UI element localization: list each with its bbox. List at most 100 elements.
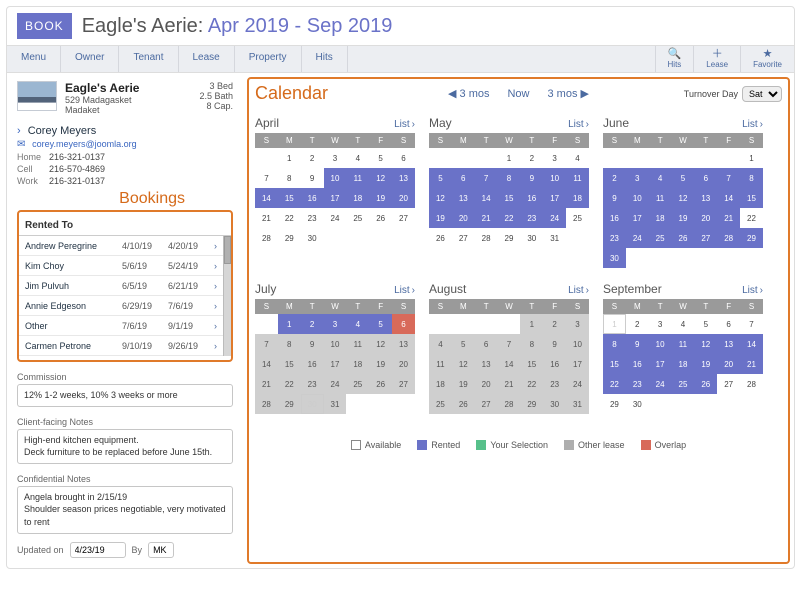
day-cell[interactable]: 10 xyxy=(543,168,566,188)
day-cell[interactable]: 26 xyxy=(369,374,392,394)
day-cell[interactable]: 20 xyxy=(475,374,498,394)
day-cell[interactable]: 16 xyxy=(301,354,324,374)
day-cell[interactable]: 31 xyxy=(543,228,566,248)
toolbar-favorite[interactable]: ★Favorite xyxy=(740,46,794,72)
day-cell[interactable]: 30 xyxy=(301,228,324,248)
day-cell[interactable]: 13 xyxy=(475,354,498,374)
day-cell[interactable]: 17 xyxy=(324,188,347,208)
now-button[interactable]: Now xyxy=(507,88,529,100)
day-cell[interactable]: 30 xyxy=(626,394,649,414)
day-cell[interactable]: 19 xyxy=(369,188,392,208)
month-list-link[interactable]: List › xyxy=(742,119,763,130)
day-cell[interactable]: 6 xyxy=(392,314,415,334)
tab-owner[interactable]: Owner xyxy=(61,46,119,72)
day-cell[interactable]: 14 xyxy=(498,354,521,374)
day-cell[interactable]: 11 xyxy=(429,354,452,374)
day-cell[interactable]: 19 xyxy=(452,374,475,394)
day-cell[interactable]: 12 xyxy=(369,168,392,188)
tab-hits[interactable]: Hits xyxy=(302,46,348,72)
day-cell[interactable]: 30 xyxy=(543,394,566,414)
day-cell[interactable]: 9 xyxy=(301,168,324,188)
month-list-link[interactable]: List › xyxy=(394,285,415,296)
contact-name-row[interactable]: › Corey Meyers xyxy=(17,125,233,137)
day-cell[interactable]: 12 xyxy=(369,334,392,354)
day-cell[interactable]: 6 xyxy=(475,334,498,354)
next-3mos-button[interactable]: 3 mos ▶ xyxy=(548,87,590,100)
day-cell[interactable]: 29 xyxy=(740,228,763,248)
day-cell[interactable]: 10 xyxy=(626,188,649,208)
contact-email-row[interactable]: ✉ corey.meyers@joomla.org xyxy=(17,139,233,150)
day-cell[interactable]: 4 xyxy=(346,148,369,168)
day-cell[interactable]: 29 xyxy=(520,394,543,414)
day-cell[interactable]: 13 xyxy=(717,334,740,354)
day-cell[interactable]: 24 xyxy=(324,208,347,228)
day-cell[interactable]: 9 xyxy=(520,168,543,188)
tab-lease[interactable]: Lease xyxy=(179,46,235,72)
day-cell[interactable]: 2 xyxy=(603,168,626,188)
day-cell[interactable]: 18 xyxy=(672,354,695,374)
day-cell[interactable]: 5 xyxy=(369,314,392,334)
conf-notes-field[interactable]: Angela brought in 2/15/19Shoulder season… xyxy=(17,486,233,534)
day-cell[interactable]: 11 xyxy=(346,334,369,354)
day-cell[interactable]: 3 xyxy=(324,314,347,334)
day-cell[interactable]: 24 xyxy=(324,374,347,394)
bookings-scrollbar[interactable] xyxy=(223,236,231,356)
day-cell[interactable]: 22 xyxy=(278,374,301,394)
day-cell[interactable]: 9 xyxy=(301,334,324,354)
day-cell[interactable]: 7 xyxy=(255,334,278,354)
day-cell[interactable]: 17 xyxy=(649,354,672,374)
day-cell[interactable]: 22 xyxy=(278,208,301,228)
prev-3mos-button[interactable]: ◀ 3 mos xyxy=(448,87,490,100)
day-cell[interactable]: 10 xyxy=(324,168,347,188)
day-cell[interactable]: 4 xyxy=(672,314,695,334)
day-cell[interactable]: 23 xyxy=(543,374,566,394)
day-cell[interactable]: 1 xyxy=(498,148,521,168)
day-cell[interactable]: 5 xyxy=(452,334,475,354)
updated-by-field[interactable] xyxy=(148,542,174,558)
client-notes-field[interactable]: High-end kitchen equipment.Deck furnitur… xyxy=(17,429,233,464)
day-cell[interactable]: 28 xyxy=(717,228,740,248)
day-cell[interactable]: 25 xyxy=(429,394,452,414)
day-cell[interactable]: 23 xyxy=(520,208,543,228)
day-cell[interactable]: 6 xyxy=(452,168,475,188)
day-cell[interactable]: 1 xyxy=(740,148,763,168)
day-cell[interactable]: 27 xyxy=(475,394,498,414)
booking-row[interactable]: Jim Pulvuh6/5/196/21/19› xyxy=(19,276,223,296)
day-cell[interactable]: 18 xyxy=(346,354,369,374)
booking-row[interactable]: Kim Choy5/6/195/24/19› xyxy=(19,256,223,276)
day-cell[interactable]: 14 xyxy=(740,334,763,354)
day-cell[interactable]: 15 xyxy=(740,188,763,208)
day-cell[interactable]: 2 xyxy=(301,314,324,334)
day-cell[interactable]: 24 xyxy=(566,374,589,394)
day-cell[interactable]: 25 xyxy=(346,208,369,228)
day-cell[interactable]: 3 xyxy=(566,314,589,334)
day-cell[interactable]: 6 xyxy=(717,314,740,334)
day-cell[interactable]: 14 xyxy=(255,188,278,208)
day-cell[interactable]: 5 xyxy=(672,168,695,188)
day-cell[interactable]: 6 xyxy=(392,148,415,168)
toolbar-lease[interactable]: ＋Lease xyxy=(693,46,740,72)
day-cell[interactable]: 16 xyxy=(301,188,324,208)
day-cell[interactable]: 29 xyxy=(603,394,626,414)
day-cell[interactable]: 13 xyxy=(392,168,415,188)
day-cell[interactable]: 12 xyxy=(452,354,475,374)
day-cell[interactable]: 17 xyxy=(543,188,566,208)
day-cell[interactable]: 19 xyxy=(672,208,695,228)
day-cell[interactable]: 10 xyxy=(649,334,672,354)
day-cell[interactable]: 7 xyxy=(475,168,498,188)
day-cell[interactable]: 14 xyxy=(475,188,498,208)
day-cell[interactable]: 20 xyxy=(392,188,415,208)
month-list-link[interactable]: List › xyxy=(742,285,763,296)
day-cell[interactable]: 19 xyxy=(429,208,452,228)
day-cell[interactable]: 20 xyxy=(717,354,740,374)
day-cell[interactable]: 18 xyxy=(346,188,369,208)
day-cell[interactable]: 14 xyxy=(255,354,278,374)
day-cell[interactable]: 8 xyxy=(603,334,626,354)
day-cell[interactable]: 10 xyxy=(324,334,347,354)
day-cell[interactable]: 30 xyxy=(301,394,324,414)
day-cell[interactable]: 21 xyxy=(498,374,521,394)
day-cell[interactable]: 21 xyxy=(475,208,498,228)
day-cell[interactable]: 15 xyxy=(603,354,626,374)
day-cell[interactable]: 26 xyxy=(429,228,452,248)
day-cell[interactable]: 25 xyxy=(346,374,369,394)
